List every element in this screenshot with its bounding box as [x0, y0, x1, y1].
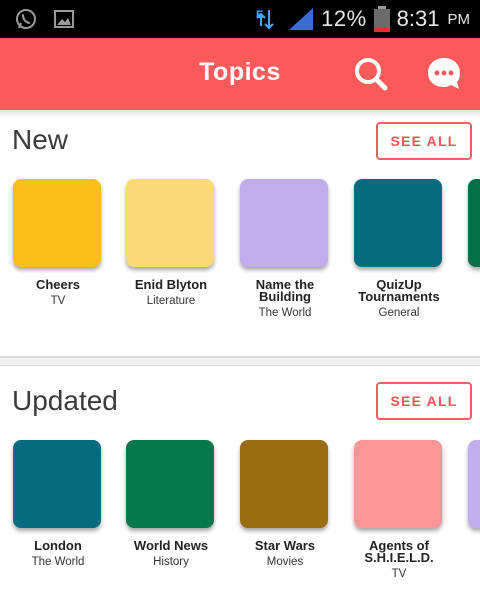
section-new: New SEE ALL Cheers TV Enid Blyton Litera… [0, 110, 480, 356]
topic-category: Literature [146, 295, 196, 307]
screen: E 12% 8:31 PM Topics New SEE ALL Cheers … [0, 0, 480, 613]
topic-image [240, 179, 328, 267]
search-icon[interactable] [351, 54, 391, 94]
topic-image [13, 179, 101, 267]
page-title: Topics [199, 58, 281, 86]
topic-name: QuizUp Tournaments [358, 277, 440, 304]
topic-image [354, 179, 442, 267]
topic-name: Name the Building [255, 277, 315, 304]
app-bar: Topics [0, 38, 480, 110]
topic-category: General [378, 307, 420, 319]
clock-time: 8:31 [396, 6, 440, 31]
topic-image [126, 440, 214, 528]
topic-name: World News [133, 538, 209, 553]
topic-name: London [34, 538, 82, 553]
section-title: New [12, 124, 69, 155]
section-divider [0, 356, 480, 366]
battery-icon [373, 6, 390, 32]
topic-category: The World [31, 556, 85, 568]
topic-image [468, 179, 480, 267]
see-all-button[interactable]: SEE ALL [376, 382, 472, 420]
topic-category: TV [391, 568, 407, 580]
topic-image [126, 179, 214, 267]
topic-category: History [153, 556, 189, 568]
topic-name: Cheers [35, 277, 81, 292]
topic-name: Ch [452, 279, 480, 291]
image-icon [54, 10, 74, 28]
status-bar: E 12% 8:31 PM [0, 0, 480, 38]
topic-name: Mo [452, 540, 480, 552]
chat-icon[interactable] [424, 54, 464, 94]
topic-image [468, 440, 480, 528]
clock-ampm: PM [447, 10, 471, 28]
topic-image [354, 440, 442, 528]
topic-category: The World [258, 307, 312, 319]
topic-image [13, 440, 101, 528]
topic-name: Star Wars [254, 538, 316, 553]
battery-percent: 12% [321, 6, 367, 31]
signal-icon [289, 8, 314, 30]
topic-category: TV [50, 295, 66, 307]
topic-name: Enid Blyton [134, 277, 208, 292]
section-updated: Updated SEE ALL London The World World N… [0, 366, 480, 613]
network-type-icon: E [256, 9, 274, 30]
section-title: Updated [12, 385, 118, 416]
topic-name: Agents of S.H.I.E.L.D. [364, 538, 434, 565]
topic-category: Movies [266, 556, 304, 568]
whatsapp-icon [16, 9, 36, 29]
topic-image [240, 440, 328, 528]
see-all-button[interactable]: SEE ALL [376, 122, 472, 160]
